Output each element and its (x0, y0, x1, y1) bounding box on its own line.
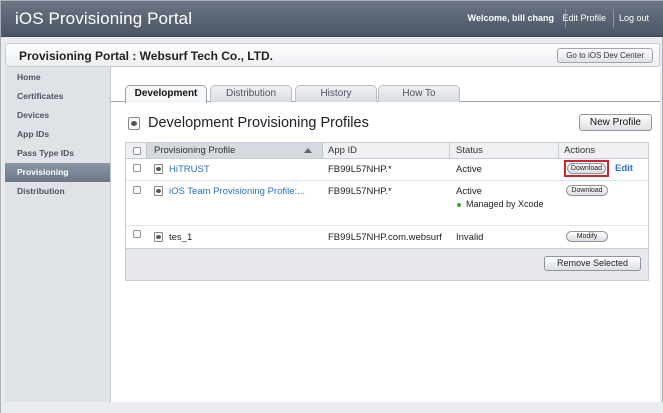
sidebar-item-home[interactable]: Home (5, 68, 110, 87)
logout-link[interactable]: Log out (619, 13, 649, 23)
portal-title: Provisioning Portal : Websurf Tech Co., … (19, 49, 274, 63)
modify-button[interactable]: Modify (566, 231, 608, 242)
profile-name: tes_1 (169, 232, 193, 243)
status-text: Active (456, 186, 482, 197)
tab-development[interactable]: Development (125, 85, 207, 103)
profile-name-link[interactable]: HiTRUST (169, 164, 210, 175)
go-to-dev-center-button[interactable]: Go to iOS Dev Center (557, 48, 653, 63)
bottom-margin (1, 402, 663, 413)
portal-bar: Provisioning Portal : Websurf Tech Co., … (5, 43, 660, 67)
sidebar-item-devices[interactable]: Devices (5, 106, 110, 125)
column-divider (558, 143, 559, 159)
edit-link[interactable]: Edit (615, 163, 633, 174)
tab-how-to[interactable]: How To (378, 85, 460, 102)
table-footer: Remove Selected (126, 248, 648, 280)
sidebar-item-pass-type-ids[interactable]: Pass Type IDs (5, 144, 110, 163)
top-header: iOS Provisioning Portal Welcome, bill ch… (1, 1, 663, 37)
profile-name-link[interactable]: iOS Team Provisioning Profile:... (169, 186, 305, 197)
app-id: FB99L57NHP.com.websurf (328, 232, 442, 243)
column-header-actions: Actions (564, 145, 596, 156)
managed-by-note: Managed by Xcode (466, 199, 544, 209)
edit-profile-link[interactable]: Edit Profile (562, 13, 606, 23)
table-row: HiTRUST FB99L57NHP.* Active Download Edi… (126, 159, 648, 181)
profile-icon (128, 117, 140, 130)
profile-icon (154, 164, 163, 174)
app-id: FB99L57NHP.* (328, 164, 392, 175)
sidebar-item-provisioning[interactable]: Provisioning (5, 163, 110, 182)
status-text: Active (456, 164, 482, 175)
download-button[interactable]: Download (566, 185, 608, 196)
table-header: Provisioning Profile App ID Status Actio… (126, 143, 648, 159)
download-button[interactable]: Download (567, 163, 606, 174)
new-profile-button[interactable]: New Profile (578, 114, 652, 131)
select-all-checkbox[interactable] (133, 147, 141, 155)
table-row: tes_1 FB99L57NHP.com.websurf Invalid Mod… (126, 226, 648, 248)
app-id: FB99L57NHP.* (328, 186, 392, 197)
sidebar: Home Certificates Devices App IDs Pass T… (5, 67, 111, 402)
table-row: iOS Team Provisioning Profile:... FB99L5… (126, 181, 648, 226)
sidebar-item-app-ids[interactable]: App IDs (5, 125, 110, 144)
status-text: Invalid (456, 232, 484, 243)
row-checkbox[interactable] (133, 186, 141, 194)
column-header-profile[interactable]: Provisioning Profile (154, 145, 235, 156)
column-header-status: Status (456, 145, 483, 156)
header-divider (613, 9, 614, 28)
column-header-app-id: App ID (328, 145, 358, 156)
remove-selected-button[interactable]: Remove Selected (543, 256, 641, 271)
profile-icon (154, 186, 163, 196)
column-divider (449, 143, 450, 159)
sort-up-icon[interactable] (304, 148, 312, 153)
sidebar-item-certificates[interactable]: Certificates (5, 87, 110, 106)
row-checkbox[interactable] (133, 164, 141, 172)
browser-frame: iOS Provisioning Portal Welcome, bill ch… (0, 0, 663, 413)
tab-history[interactable]: History (295, 85, 377, 102)
section-title: Development Provisioning Profiles (148, 115, 369, 131)
profile-icon (154, 232, 163, 242)
welcome-text: Welcome, bill chang (467, 13, 554, 23)
tab-distribution[interactable]: Distribution (210, 85, 292, 102)
row-checkbox[interactable] (133, 230, 141, 238)
profiles-table: Provisioning Profile App ID Status Actio… (125, 142, 649, 281)
tab-bar: Development Distribution History How To (111, 83, 660, 103)
sidebar-item-distribution[interactable]: Distribution (5, 182, 110, 201)
managed-status-dot-icon (457, 203, 461, 207)
app-title: iOS Provisioning Portal (15, 9, 193, 28)
main-content: Development Distribution History How To … (111, 67, 660, 402)
